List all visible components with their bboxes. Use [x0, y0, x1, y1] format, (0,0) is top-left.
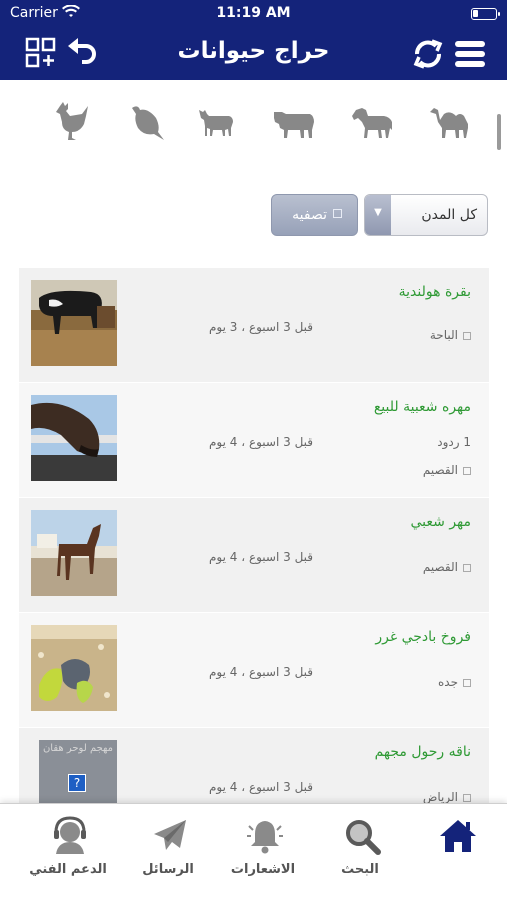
location-icon — [463, 466, 471, 475]
missing-image-icon: ? — [68, 774, 86, 792]
listing-title[interactable]: بقرة هولندية — [399, 284, 471, 300]
location-icon — [463, 563, 471, 572]
tab-notifications[interactable]: الاشعارات — [215, 812, 311, 892]
filter-button[interactable]: تصفيه — [271, 194, 358, 236]
location-icon — [463, 793, 471, 802]
horse-icon[interactable] — [350, 100, 394, 144]
tab-support-label: الدعم الفني — [29, 862, 107, 877]
city-select-label: كل المدن — [421, 207, 477, 223]
bell-icon — [247, 821, 283, 854]
status-bar: Carrier 11:19 AM — [0, 0, 507, 28]
listing-city: الرياض — [423, 790, 471, 804]
tab-search-label: البحث — [341, 862, 379, 877]
listing-thumbnail-colt[interactable] — [31, 510, 117, 596]
listing-title[interactable]: مهر شعبي — [410, 514, 471, 530]
location-icon — [463, 331, 471, 340]
listing-title[interactable]: ناقه رحول مجهم — [375, 744, 471, 760]
support-icon — [54, 816, 86, 854]
paper-plane-icon — [154, 820, 186, 850]
image-placeholder-text: مهجم لوحر هقان — [42, 743, 114, 754]
category-bar — [0, 100, 507, 150]
listing-date: قبل 3 اسبوع ، 3 يوم — [209, 320, 314, 334]
menu-icon[interactable] — [452, 36, 488, 72]
goat-icon[interactable] — [195, 100, 239, 144]
filter-button-label: تصفيه — [292, 207, 327, 223]
rooster-icon[interactable] — [50, 100, 94, 144]
location-icon — [463, 678, 471, 687]
listing-city: جده — [438, 675, 471, 689]
tab-messages[interactable]: الرسائل — [120, 812, 216, 892]
tab-bar: البحث الاشعارات الرسائل الدعم الفني — [0, 803, 507, 900]
home-icon — [440, 820, 476, 852]
tab-support[interactable]: الدعم الفني — [20, 812, 116, 892]
nav-bar: حراج حيوانات — [0, 28, 507, 80]
listing-thumbnail-mare[interactable] — [31, 395, 117, 481]
filter-box-icon — [333, 209, 342, 218]
listing-title[interactable]: مهره شعبية للبيع — [374, 399, 471, 415]
battery-icon — [471, 8, 500, 20]
listing-row[interactable]: مهره شعبية للبيع 1 ردود القصيم قبل 3 اسب… — [19, 383, 489, 497]
listing-title[interactable]: فروخ بادجي غرر — [375, 629, 471, 645]
listing-city: القصيم — [423, 463, 471, 477]
listing-city: القصيم — [423, 560, 471, 574]
camel-icon[interactable] — [428, 100, 472, 144]
listing-date: قبل 3 اسبوع ، 4 يوم — [209, 780, 314, 794]
search-icon — [346, 820, 381, 855]
listing-row[interactable]: بقرة هولندية الباحة قبل 3 اسبوع ، 3 يوم — [19, 268, 489, 382]
listing-row[interactable]: مهر شعبي القصيم قبل 3 اسبوع ، 4 يوم — [19, 498, 489, 612]
tab-notifications-label: الاشعارات — [230, 862, 296, 877]
tab-home[interactable] — [408, 812, 504, 892]
cow-icon[interactable] — [272, 100, 316, 144]
tab-search[interactable]: البحث — [312, 812, 408, 892]
refresh-icon[interactable] — [410, 36, 446, 72]
listing-date: قبل 3 اسبوع ، 4 يوم — [209, 665, 314, 679]
listing-date: قبل 3 اسبوع ، 4 يوم — [209, 435, 314, 449]
city-select[interactable]: ▼ كل المدن — [364, 194, 488, 236]
tab-messages-label: الرسائل — [142, 862, 194, 877]
listing-row[interactable]: فروخ بادجي غرر جده قبل 3 اسبوع ، 4 يوم — [19, 613, 489, 727]
listing-date: قبل 3 اسبوع ، 4 يوم — [209, 550, 314, 564]
listing-city: الباحة — [430, 328, 471, 342]
clock: 11:19 AM — [216, 5, 291, 21]
listing-thumbnail-budgie[interactable] — [31, 625, 117, 711]
scrollbar[interactable] — [497, 114, 501, 150]
dropdown-arrow-icon: ▼ — [365, 195, 391, 235]
bird-icon[interactable] — [124, 100, 168, 144]
listing-thumbnail-cow[interactable] — [31, 280, 117, 366]
listing-replies: 1 ردود — [437, 435, 471, 449]
